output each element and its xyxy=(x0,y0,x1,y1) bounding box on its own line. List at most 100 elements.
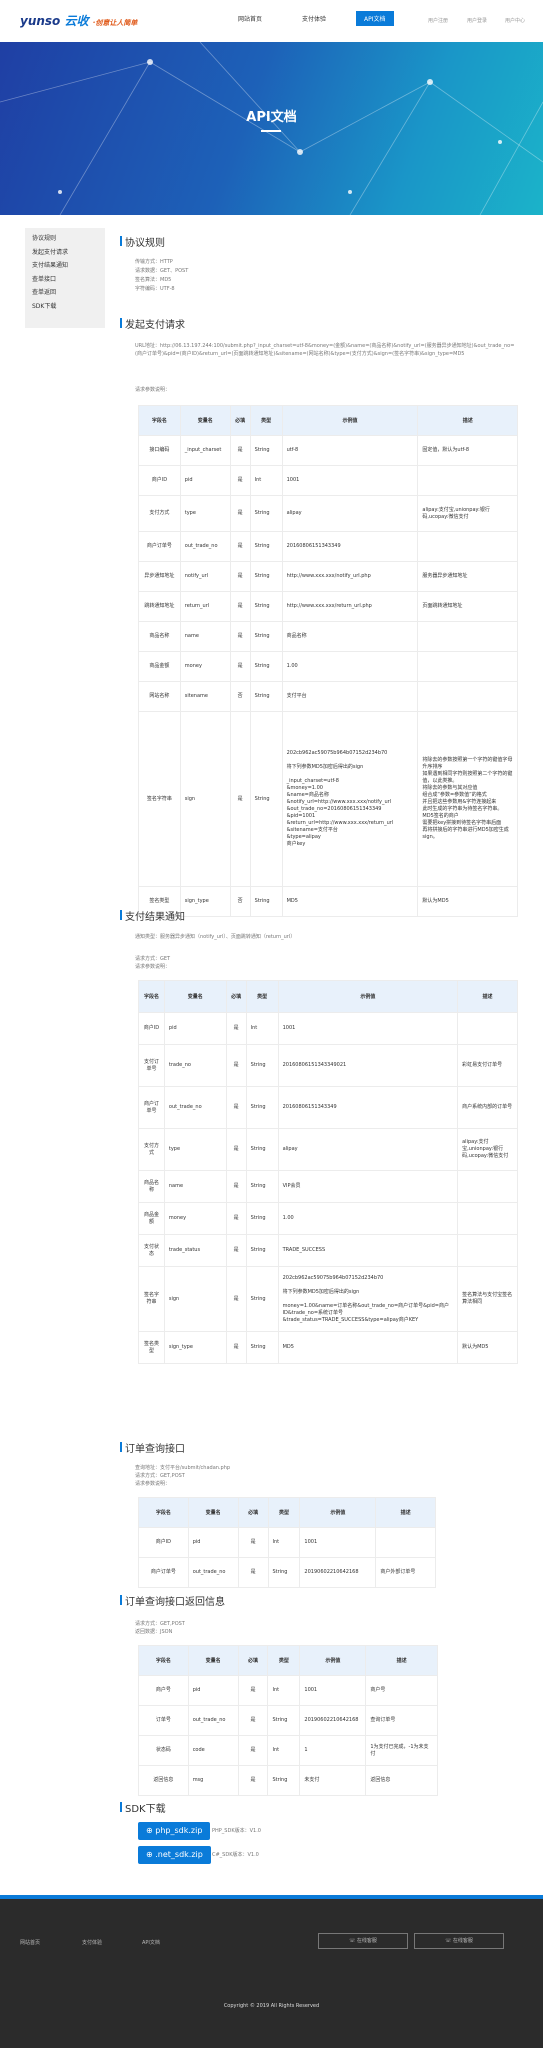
sidebar-item-query-return[interactable]: 查单返回 xyxy=(25,286,105,300)
table-cell: 是 xyxy=(225,1012,247,1045)
table-cell: 商品名称 xyxy=(281,621,419,652)
sidebar: 协议规则 发起支付请求 支付结果通知 查单接口 查单返回 SDK下载 xyxy=(25,228,105,328)
table-cell: trade_status xyxy=(163,1234,227,1267)
table-cell: 商户系统内部的订单号 xyxy=(457,1086,518,1129)
network-lines-decoration xyxy=(0,42,543,215)
table-cell: 是 xyxy=(225,1331,247,1364)
table-cell: alipay:支付宝,unionpay:银行码,ucopay:微信支付 xyxy=(417,495,518,532)
query-url: 查询地址：支付平台/submit/chadan.php xyxy=(135,1465,231,1471)
table-row: 商品金额 money 是 String 1.00 xyxy=(138,1202,518,1235)
table-cell: String xyxy=(245,1266,279,1332)
login-link[interactable]: 用户登录 xyxy=(467,17,487,24)
table-cell: 是 xyxy=(237,1765,269,1796)
table-cell: 20190602210642168 xyxy=(299,1557,377,1588)
footer-service-button-2[interactable]: ☏ 在线客服 xyxy=(414,1933,504,1949)
table-cell: 商户外部订单号 xyxy=(375,1557,436,1588)
table-row: 异步通知地址 notify_url 是 String http://www.xxx.xx… xyxy=(138,561,518,592)
table-cell: 订单号 xyxy=(138,1705,189,1736)
user-center-link[interactable]: 用户中心 xyxy=(505,17,525,24)
query-table: 字段名 变量名 必填 类型 示例值 描述 商户ID pid 是 Int 1001 商户订单… xyxy=(138,1497,436,1588)
table-row: 商品名称 name 是 String VIP会员 xyxy=(138,1170,518,1203)
table-row: 商户ID pid 是 Int 1001 xyxy=(138,1527,436,1558)
table-row: 商户ID pid 是 Int 1001 xyxy=(138,465,518,496)
table-cell: sign_type xyxy=(179,886,231,917)
table-cell: 是 xyxy=(237,1527,269,1558)
php-sdk-download-button[interactable]: ⊕ php_sdk.zip xyxy=(138,1822,211,1840)
query-return-method: 请求方式：GET,POST xyxy=(135,1621,185,1627)
table-cell xyxy=(457,1234,518,1267)
table-cell: 是 xyxy=(237,1675,269,1706)
table-cell: 是 xyxy=(229,465,251,496)
chat-icon: ☏ xyxy=(349,1938,357,1944)
table-cell: 将除去的参数按照第一个字符的键值字母升序排序 如果遇到相同字符则按照第二个字符的… xyxy=(417,711,518,887)
table-cell: Int xyxy=(267,1675,301,1706)
table-cell xyxy=(457,1202,518,1235)
sidebar-item-pay-request[interactable]: 发起支付请求 xyxy=(25,246,105,260)
table-row: 商户号 pid 是 Int 1001 商户号 xyxy=(138,1675,438,1706)
download-icon: ⊕ xyxy=(146,1850,156,1859)
nav-home[interactable]: 网站首页 xyxy=(238,14,262,23)
site-logo[interactable]: yunso 云收 ·创意让人简单 xyxy=(20,12,137,29)
table-cell: 异步通知地址 xyxy=(138,561,181,592)
footer-link-api[interactable]: API文档 xyxy=(142,1939,160,1946)
table-cell: 1.00 xyxy=(281,651,419,682)
table-cell: 商品金额 xyxy=(138,1202,165,1235)
table-cell: 否 xyxy=(229,886,251,917)
table-cell: type xyxy=(179,495,231,532)
table-row: 签名类型 sign_type 否 String MD5 默认为MD5 xyxy=(138,886,518,917)
table-cell: 查询订单号 xyxy=(365,1705,438,1736)
section-title-pay-request: 发起支付请求 xyxy=(120,316,185,331)
table-cell xyxy=(457,1012,518,1045)
table-cell: 商户ID xyxy=(138,1527,189,1558)
table-header: 描述 xyxy=(457,980,518,1013)
table-cell: String xyxy=(267,1765,301,1796)
net-sdk-download-button[interactable]: ⊕ .net_sdk.zip xyxy=(138,1846,211,1864)
nav-api-docs[interactable]: API文档 xyxy=(356,11,394,26)
sidebar-item-query[interactable]: 查单接口 xyxy=(25,273,105,287)
table-cell: utf-8 xyxy=(281,435,419,466)
table-cell: 商品名称 xyxy=(138,1170,165,1203)
table-cell: 商品名称 xyxy=(138,621,181,652)
sidebar-item-sdk[interactable]: SDK下载 xyxy=(25,300,105,314)
table-cell: 是 xyxy=(229,561,251,592)
footer-link-pay-demo[interactable]: 支付体验 xyxy=(82,1939,102,1946)
footer-link-home[interactable]: 网站首页 xyxy=(20,1939,40,1946)
table-cell: 是 xyxy=(225,1170,247,1203)
table-cell xyxy=(417,465,518,496)
table-cell: sign_type xyxy=(163,1331,227,1364)
table-cell: String xyxy=(267,1557,301,1588)
table-cell: 是 xyxy=(225,1234,247,1267)
table-cell: MD5 xyxy=(277,1331,459,1364)
protocol-transport: 传输方式：HTTP xyxy=(135,259,173,265)
query-param-note: 请求参数说明： xyxy=(135,1481,171,1487)
table-cell: String xyxy=(249,435,283,466)
table-row: 商品金额 money 是 String 1.00 xyxy=(138,651,518,682)
table-cell: 商户号 xyxy=(365,1675,438,1706)
table-cell: String xyxy=(245,1331,279,1364)
nav-pay-demo[interactable]: 支付体验 xyxy=(302,14,326,23)
table-cell xyxy=(417,621,518,652)
sidebar-item-pay-notify[interactable]: 支付结果通知 xyxy=(25,259,105,273)
table-header: 示例值 xyxy=(281,405,419,436)
section-title-query-return: 订单查询接口返回信息 xyxy=(120,1593,225,1608)
table-header: 描述 xyxy=(417,405,518,436)
table-cell: 商户订单号 xyxy=(138,1086,165,1129)
sidebar-item-protocol[interactable]: 协议规则 xyxy=(25,228,105,246)
pay-request-param-note: 请求参数说明： xyxy=(135,387,171,393)
pay-notify-table: 字段名 变量名 必填 类型 示例值 描述 商户ID pid 是 Int 1001 支付订单… xyxy=(138,980,518,1364)
table-cell: 接口编码 xyxy=(138,435,181,466)
register-link[interactable]: 用户注册 xyxy=(428,17,448,24)
table-cell: 1.00 xyxy=(277,1202,459,1235)
table-header: 描述 xyxy=(375,1497,436,1528)
table-header: 示例值 xyxy=(299,1645,367,1676)
footer-service-button[interactable]: ☏ 在线客服 xyxy=(318,1933,408,1949)
table-cell: trade_no xyxy=(163,1044,227,1087)
table-cell: String xyxy=(245,1128,279,1171)
table-cell: sign xyxy=(179,711,231,887)
table-header: 示例值 xyxy=(277,980,459,1013)
table-row: 支付方式 type 是 String alipay alipay:支付宝,unionpay… xyxy=(138,1128,518,1171)
table-cell: 20160806151343349 xyxy=(277,1086,459,1129)
table-row: 支付方式 type 是 String alipay alipay:支付宝,unionpay… xyxy=(138,495,518,532)
table-header: 类型 xyxy=(267,1645,301,1676)
table-header: 字段名 xyxy=(138,1645,189,1676)
